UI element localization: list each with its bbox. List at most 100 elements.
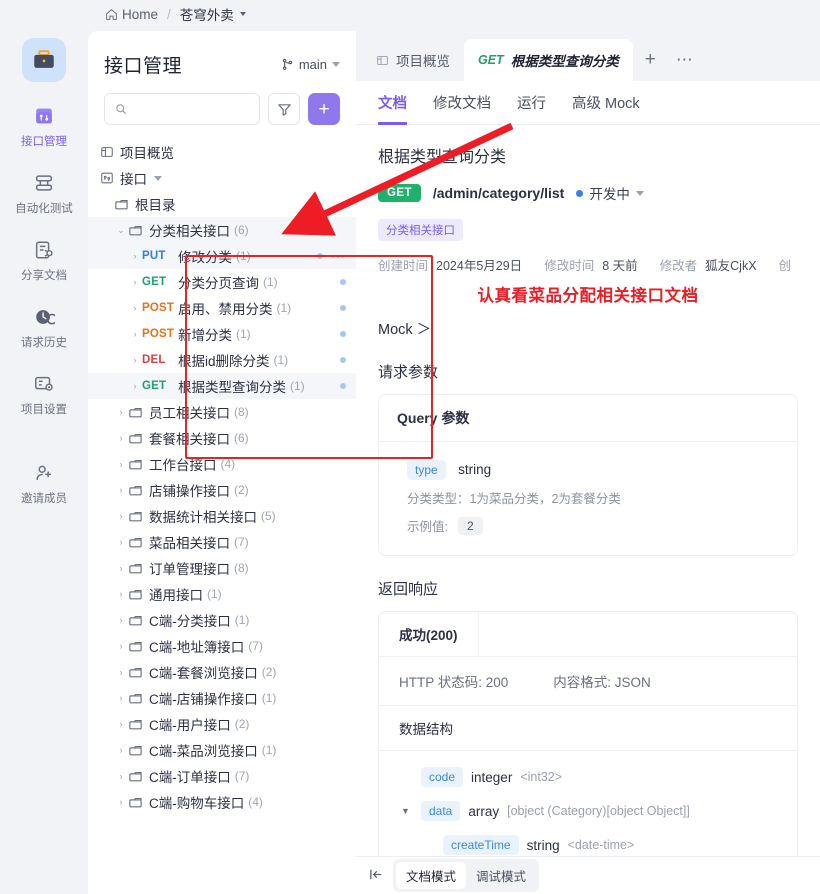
- mode-doc[interactable]: 文档模式: [396, 862, 467, 889]
- status-label: 开发中: [589, 187, 630, 202]
- api-row-put-edit-category[interactable]: › PUT 修改分类 (1) ⋯: [88, 243, 356, 269]
- tab-label: 项目概览: [396, 54, 450, 69]
- breadcrumb-separator: /: [167, 6, 171, 22]
- tree-folder-row[interactable]: › 工作台接口 (4): [88, 451, 356, 477]
- tree-folder-row[interactable]: › C端-分类接口 (1): [88, 607, 356, 633]
- api-row-get-category-by-type[interactable]: › GET 根据类型查询分类 (1): [88, 373, 356, 399]
- add-api-button[interactable]: +: [308, 93, 340, 125]
- tab-run[interactable]: 运行: [517, 81, 546, 125]
- filter-icon: [277, 103, 291, 116]
- query-params-card: Query 参数 type string 分类类型：1为菜品分类，2为套餐分类 …: [378, 394, 798, 556]
- invite-member-icon: [32, 461, 56, 485]
- content-type-label: 内容格式: JSON: [553, 675, 651, 690]
- tab-options-button[interactable]: ⋯: [668, 39, 702, 81]
- response-card: 成功(200) HTTP 状态码: 200 内容格式: JSON 数据结构 co…: [378, 611, 798, 870]
- tab-advanced-mock[interactable]: 高级 Mock: [572, 81, 640, 125]
- sidebar-item-api-manage[interactable]: 接口管理: [8, 104, 80, 149]
- api-manage-icon: [32, 104, 56, 128]
- status-badge[interactable]: 开发中: [576, 183, 644, 203]
- tree-group-count: (6): [234, 223, 249, 237]
- tree-folder-label: C端-购物车接口: [149, 796, 245, 811]
- meta-key-truncated: 创: [778, 259, 792, 273]
- search-icon: [116, 104, 127, 115]
- tree-folder-row[interactable]: › C端-地址簿接口 (7): [88, 633, 356, 659]
- folder-icon: [128, 561, 143, 576]
- tree-folder-row[interactable]: › C端-套餐浏览接口 (2): [88, 659, 356, 685]
- tree-folder-row[interactable]: › C端-店铺操作接口 (1): [88, 685, 356, 711]
- api-method: DEL: [142, 354, 166, 366]
- sidebar-item-request-history[interactable]: 请求历史: [8, 305, 80, 350]
- search-input[interactable]: [134, 101, 249, 117]
- api-row-get-category-page[interactable]: › GET 分类分页查询 (1): [88, 269, 356, 295]
- chevron-down-icon: [239, 12, 246, 16]
- method-badge: GET: [378, 184, 421, 202]
- tree-folder-row[interactable]: › 订单管理接口 (8): [88, 555, 356, 581]
- chevron-right-icon: ›: [119, 433, 123, 443]
- query-params-body: type string 分类类型：1为菜品分类，2为套餐分类 示例值: 2: [379, 442, 797, 555]
- chevron-down-icon[interactable]: ▼: [401, 806, 413, 816]
- field-row[interactable]: ▼ data array [object (Category)[object O…: [401, 801, 777, 821]
- mock-link[interactable]: Mock ＞: [378, 318, 798, 339]
- tree-folder-row[interactable]: › C端-用户接口 (2): [88, 711, 356, 737]
- page-title: 接口管理: [104, 55, 183, 77]
- chevron-right-icon: ›: [133, 329, 137, 339]
- api-tree: 项目概览 接口 根目录 ⌄ 分类相关接口 (6) › PUT 修改分类 (1) …: [88, 135, 356, 815]
- tab-project-overview[interactable]: 项目概览: [362, 39, 464, 81]
- folder-list: › 员工相关接口 (8) › 套餐相关接口 (6) › 工作台接口 (4) › 店铺操作接口 (2) ›…: [88, 399, 356, 815]
- tree-folder-row[interactable]: › C端-购物车接口 (4): [88, 789, 356, 815]
- api-row-post-enable-disable[interactable]: › POST 启用、禁用分类 (1): [88, 295, 356, 321]
- tree-item-root-folder[interactable]: 根目录: [88, 191, 356, 217]
- folder-icon: [128, 665, 143, 680]
- request-params-title: 请求参数: [378, 364, 439, 381]
- branch-selector[interactable]: main: [281, 57, 340, 72]
- tree-group-category[interactable]: ⌄ 分类相关接口 (6): [88, 217, 356, 243]
- api-meta-row: 创建时间 2024年5月29日 修改时间 8 天前 修改者 狐友CjkX 创: [378, 255, 798, 274]
- data-structure-body: code integer <int32> ▼ data array [objec…: [379, 751, 797, 855]
- tab-doc[interactable]: 文档: [378, 81, 407, 125]
- chevron-right-icon: ›: [119, 771, 123, 781]
- response-tabs: 成功(200): [379, 612, 797, 657]
- tab-api-detail[interactable]: GET 根据类型查询分类: [464, 39, 633, 81]
- tree-folder-label: 套餐相关接口: [149, 432, 230, 447]
- workspace-logo[interactable]: [22, 38, 66, 82]
- sidebar-item-invite-member[interactable]: 邀请成员: [8, 461, 80, 506]
- api-row-del-category-by-id[interactable]: › DEL 根据id删除分类 (1): [88, 347, 356, 373]
- collapse-left-icon[interactable]: [368, 868, 383, 884]
- tree-folder-row[interactable]: › C端-订单接口 (7): [88, 763, 356, 789]
- tree-item-apis[interactable]: 接口: [88, 165, 356, 191]
- tree-folder-row[interactable]: › C端-菜品浏览接口 (1): [88, 737, 356, 763]
- api-row-post-add-category[interactable]: › POST 新增分类 (1): [88, 321, 356, 347]
- tree-folder-row[interactable]: › 套餐相关接口 (6): [88, 425, 356, 451]
- api-more-button[interactable]: ⋯: [331, 249, 346, 263]
- tree-folder-label: C端-地址簿接口: [149, 640, 245, 655]
- field-name: code: [421, 767, 464, 787]
- tree-folder-count: (7): [234, 769, 250, 783]
- search-input-wrapper[interactable]: [104, 93, 260, 125]
- sidebar-item-automation-test[interactable]: 自动化测试: [8, 171, 80, 216]
- chevron-right-icon: ›: [133, 381, 137, 391]
- folder-icon: [128, 405, 143, 420]
- tab-edit-doc[interactable]: 修改文档: [433, 81, 491, 125]
- tree-folder-row[interactable]: › 通用接口 (1): [88, 581, 356, 607]
- field-type: string: [526, 837, 560, 853]
- field-meta: <date-time>: [567, 838, 635, 852]
- status-dot: [340, 305, 346, 311]
- sidebar-item-share-doc[interactable]: 分享文档: [8, 238, 80, 283]
- tree-folder-row[interactable]: › 菜品相关接口 (7): [88, 529, 356, 555]
- mode-debug[interactable]: 调试模式: [466, 862, 536, 889]
- status-dot: [340, 331, 346, 337]
- chevron-right-icon: ›: [119, 667, 123, 677]
- tree-folder-row[interactable]: › 数据统计相关接口 (5): [88, 503, 356, 529]
- tree-folder-row[interactable]: › 员工相关接口 (8): [88, 399, 356, 425]
- breadcrumb-home[interactable]: Home: [105, 7, 158, 22]
- response-tab-success[interactable]: 成功(200): [379, 612, 479, 656]
- filter-button[interactable]: [268, 93, 300, 125]
- automation-test-icon: [32, 171, 56, 195]
- breadcrumb-project[interactable]: 苍穹外卖: [180, 4, 246, 24]
- tree-item-project-overview[interactable]: 项目概览: [88, 139, 356, 165]
- chevron-down-icon: [635, 190, 644, 196]
- tree-folder-row[interactable]: › 店铺操作接口 (2): [88, 477, 356, 503]
- tree-folder-label: 店铺操作接口: [149, 484, 230, 499]
- sidebar-item-project-settings[interactable]: 项目设置: [8, 372, 80, 417]
- new-tab-button[interactable]: +: [633, 39, 668, 81]
